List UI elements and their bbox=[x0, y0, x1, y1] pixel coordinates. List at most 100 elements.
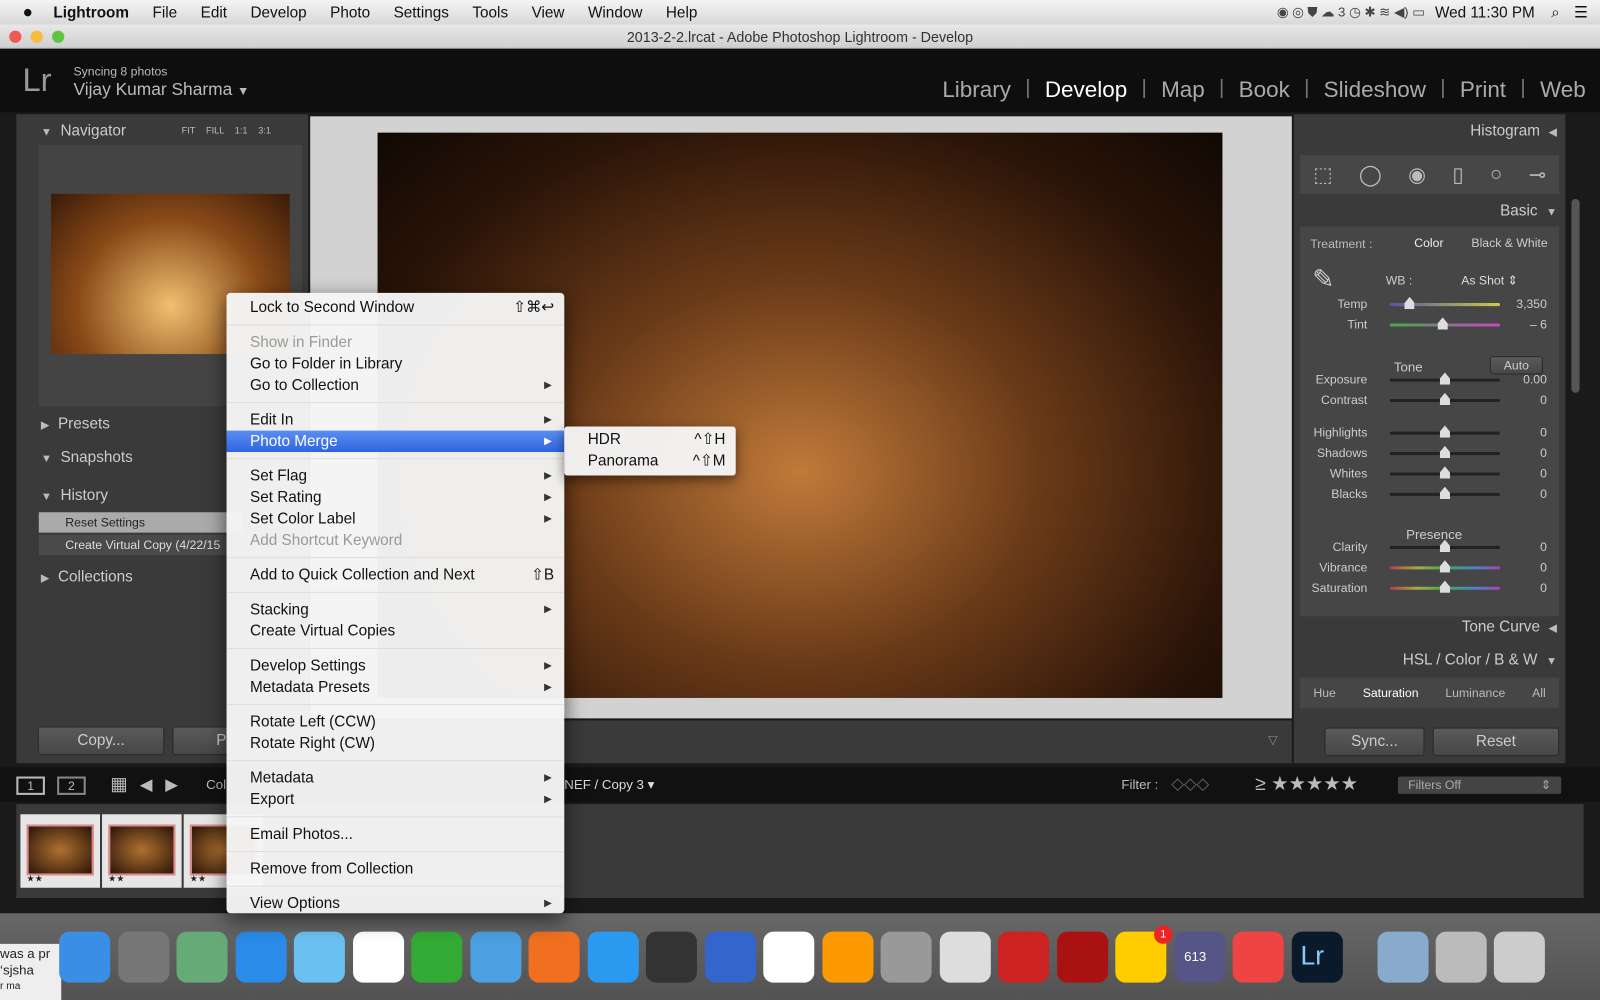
word-icon[interactable] bbox=[587, 931, 639, 983]
secondary-window-button[interactable]: 2 bbox=[57, 776, 86, 795]
navigator-header[interactable]: ▼ Navigator bbox=[41, 122, 126, 139]
filmstrip-thumbnail[interactable]: ★★ bbox=[20, 814, 100, 888]
spotlight-icon[interactable]: ⌕ bbox=[1551, 4, 1560, 21]
slider-value[interactable]: – 6 bbox=[1530, 317, 1547, 331]
menu-item-create-virtual-copies[interactable]: Create Virtual Copies bbox=[227, 620, 565, 641]
dict-icon[interactable] bbox=[997, 931, 1049, 983]
zoom-option[interactable]: 1:1 bbox=[235, 126, 248, 136]
slider-handle[interactable] bbox=[1439, 372, 1450, 385]
safari-icon[interactable] bbox=[469, 931, 521, 983]
slider-tint[interactable]: Tint – 6 bbox=[1300, 314, 1559, 334]
minimize-button[interactable] bbox=[30, 30, 43, 43]
grid-icon[interactable]: ▦ bbox=[110, 773, 127, 794]
histogram-header[interactable]: Histogram ◀ bbox=[1470, 122, 1557, 139]
slider-value[interactable]: 0 bbox=[1540, 581, 1547, 595]
auto-tone-button[interactable]: Auto bbox=[1489, 356, 1543, 375]
menu-item-lock-to-second-window[interactable]: Lock to Second Window ⇧⌘↩ bbox=[227, 297, 565, 318]
menu-item-stacking[interactable]: Stacking ▶ bbox=[227, 599, 565, 620]
treatment-bw[interactable]: Black & White bbox=[1471, 236, 1547, 250]
slider-vibrance[interactable]: Vibrance 0 bbox=[1300, 557, 1559, 577]
trash-icon[interactable] bbox=[1493, 931, 1545, 983]
slider-blacks[interactable]: Blacks 0 bbox=[1300, 484, 1559, 504]
zoom-options[interactable]: FIT FILL 1:1 3:1 bbox=[182, 126, 271, 136]
slider-temp[interactable]: Temp 3,350 bbox=[1300, 294, 1559, 314]
help-icon[interactable] bbox=[1435, 931, 1487, 983]
rating-filter[interactable]: ≥ ★★★★★ bbox=[1255, 772, 1358, 795]
toolbar-dropdown-icon[interactable]: ▽ bbox=[1268, 733, 1277, 747]
audio-icon[interactable] bbox=[645, 931, 697, 983]
hsl-header[interactable]: HSL / Color / B & W ▼ bbox=[1403, 651, 1557, 668]
forward-arrow-icon[interactable]: ▶ bbox=[165, 774, 178, 794]
slider-value[interactable]: 0 bbox=[1540, 393, 1547, 407]
reset-button[interactable]: Reset bbox=[1432, 727, 1560, 757]
submenu-item-hdr[interactable]: HDR ^⇧H bbox=[564, 429, 735, 450]
slider-value[interactable]: 0 bbox=[1540, 540, 1547, 554]
slider-value[interactable]: 0 bbox=[1540, 426, 1547, 440]
zoom-option[interactable]: FIT bbox=[182, 126, 196, 136]
menu-item-set-flag[interactable]: Set Flag ▶ bbox=[227, 465, 565, 486]
menu-view[interactable]: View bbox=[532, 4, 565, 21]
slider-handle[interactable] bbox=[1439, 392, 1450, 406]
menu-item-photo-merge[interactable]: Photo Merge ▶ bbox=[226, 430, 565, 453]
menu-item-edit-in[interactable]: Edit In ▶ bbox=[227, 409, 565, 430]
slider-shadows[interactable]: Shadows 0 bbox=[1300, 443, 1559, 463]
slider-handle[interactable] bbox=[1439, 486, 1450, 499]
hsl-tab-saturation[interactable]: Saturation bbox=[1363, 686, 1419, 700]
vmware-icon[interactable] bbox=[704, 931, 756, 983]
calendar-icon[interactable]: 613 bbox=[1173, 931, 1225, 983]
module-slideshow[interactable]: Slideshow bbox=[1324, 77, 1426, 104]
hsl-tab-luminance[interactable]: Luminance bbox=[1445, 686, 1505, 700]
slider-handle[interactable] bbox=[1404, 296, 1415, 310]
primary-window-button[interactable]: 1 bbox=[16, 776, 45, 795]
apple-icon[interactable]: ● bbox=[22, 2, 32, 22]
slider-handle[interactable] bbox=[1439, 445, 1450, 459]
submenu-item-panorama[interactable]: Panorama ^⇧M bbox=[564, 450, 735, 471]
slider-whites[interactable]: Whites 0 bbox=[1300, 463, 1559, 483]
preview-icon[interactable] bbox=[939, 931, 991, 983]
menu-item-add-to-quick-collection-and-next[interactable]: Add to Quick Collection and Next ⇧B bbox=[227, 564, 565, 585]
sync-button[interactable]: Sync... bbox=[1324, 727, 1425, 757]
menu-item-rotate-right-cw[interactable]: Rotate Right (CW) bbox=[227, 733, 565, 754]
finder-icon[interactable] bbox=[59, 931, 111, 983]
slider-value[interactable]: 0.00 bbox=[1523, 372, 1547, 386]
system-prefs-icon[interactable] bbox=[880, 931, 932, 983]
app-menu[interactable]: Lightroom bbox=[53, 4, 129, 21]
back-arrow-icon[interactable]: ◀ bbox=[140, 774, 153, 794]
slider-contrast[interactable]: Contrast 0 bbox=[1300, 390, 1559, 410]
zoom-option[interactable]: FILL bbox=[206, 126, 224, 136]
chrome-icon[interactable] bbox=[1232, 931, 1284, 983]
notification-icon[interactable]: ☰ bbox=[1574, 3, 1588, 21]
snapshots-header[interactable]: ▼ Snapshots bbox=[41, 449, 133, 466]
menu-item-metadata[interactable]: Metadata ▶ bbox=[227, 767, 565, 788]
menu-item-email-photos[interactable]: Email Photos... bbox=[227, 823, 565, 844]
slider-handle[interactable] bbox=[1439, 425, 1450, 438]
hsl-tab-hue[interactable]: Hue bbox=[1313, 686, 1335, 700]
menu-file[interactable]: File bbox=[152, 4, 177, 21]
color-tab[interactable]: Color bbox=[1445, 651, 1482, 668]
copy-button[interactable]: Copy... bbox=[37, 726, 165, 756]
module-develop[interactable]: Develop bbox=[1045, 77, 1127, 104]
slider-handle[interactable] bbox=[1439, 560, 1450, 573]
scrollbar[interactable] bbox=[1571, 198, 1580, 393]
menu-window[interactable]: Window bbox=[588, 4, 642, 21]
messages-icon[interactable] bbox=[293, 931, 345, 983]
module-book[interactable]: Book bbox=[1239, 77, 1290, 104]
menu-item-remove-from-collection[interactable]: Remove from Collection bbox=[227, 858, 565, 879]
menu-settings[interactable]: Settings bbox=[394, 4, 449, 21]
menu-item-view-options[interactable]: View Options ▶ bbox=[227, 893, 565, 914]
lightroom-icon[interactable]: Lr bbox=[1291, 931, 1343, 983]
hsl-tab[interactable]: HSL bbox=[1403, 651, 1432, 668]
module-web[interactable]: Web bbox=[1540, 77, 1586, 104]
slider-value[interactable]: 3,350 bbox=[1516, 297, 1547, 311]
clock[interactable]: Wed 11:30 PM bbox=[1435, 4, 1535, 21]
filmstrip-thumbnail[interactable]: ★★ bbox=[102, 814, 182, 888]
zoom-option[interactable]: 3:1 bbox=[258, 126, 271, 136]
slider-saturation[interactable]: Saturation 0 bbox=[1300, 578, 1559, 598]
module-print[interactable]: Print bbox=[1460, 77, 1506, 104]
wb-eyedropper-icon[interactable]: ✎ bbox=[1312, 263, 1334, 295]
wb-select[interactable]: As Shot ⇕ bbox=[1461, 273, 1518, 287]
menu-edit[interactable]: Edit bbox=[201, 4, 227, 21]
source-dropdown[interactable]: NEF / Copy 3 ▾ bbox=[564, 777, 654, 793]
photo-browser-icon[interactable] bbox=[176, 931, 228, 983]
menu-item-develop-settings[interactable]: Develop Settings ▶ bbox=[227, 655, 565, 676]
